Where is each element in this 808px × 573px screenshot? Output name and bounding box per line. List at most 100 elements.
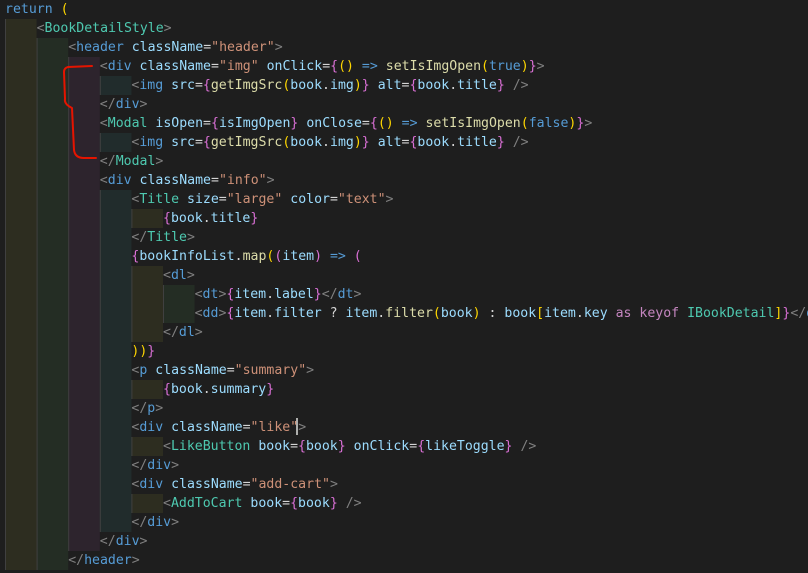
indent-band — [5, 114, 37, 133]
code-line[interactable]: <img src={getImgSrc(book.img)} alt={book… — [131, 133, 528, 152]
code-line[interactable]: return ( — [5, 0, 69, 19]
code-token: book — [250, 496, 283, 511]
code-line[interactable]: <BookDetailStyle> — [37, 19, 172, 38]
code-token: dd — [202, 306, 219, 321]
code-token: = — [361, 116, 370, 131]
indent-band — [5, 475, 37, 494]
code-token: ( — [432, 306, 441, 321]
indent-band — [68, 342, 100, 361]
code-token: color — [290, 192, 330, 207]
indent-band — [99, 285, 132, 304]
indent-band — [68, 285, 100, 304]
code-token: key — [583, 306, 608, 321]
code-line[interactable]: <dd>{item.filter ? item.filter(book) : b… — [195, 304, 808, 323]
code-token: ( — [60, 2, 69, 17]
code-token: } — [147, 344, 156, 359]
code-token: </ — [131, 515, 148, 530]
code-token: "like" — [250, 420, 299, 435]
code-token: "text" — [337, 192, 386, 207]
code-line[interactable]: </Modal> — [100, 152, 164, 171]
code-token: > — [353, 287, 362, 302]
code-line[interactable]: <AddToCart book={book} /> — [163, 494, 362, 513]
code-token: { — [163, 382, 171, 397]
code-line[interactable]: </div> — [100, 532, 148, 551]
code-token: < — [99, 59, 108, 74]
code-token: > — [139, 534, 148, 549]
code-token: </ — [131, 458, 148, 473]
code-line[interactable]: </div> — [131, 513, 179, 532]
code-line[interactable]: ))} — [131, 342, 155, 361]
code-token: > — [266, 173, 275, 188]
code-token: > — [131, 553, 140, 568]
indent-band — [99, 456, 132, 475]
code-token: { — [369, 116, 378, 131]
code-token: . — [322, 135, 330, 150]
code-token: book — [170, 211, 203, 226]
code-token: return — [5, 2, 61, 17]
indent-band — [163, 285, 195, 304]
indent-band — [5, 532, 37, 551]
code-token: = — [282, 496, 291, 511]
code-line[interactable]: </dl> — [163, 323, 203, 342]
code-line[interactable]: <img src={getImgSrc(book.img)} alt={book… — [131, 76, 528, 95]
code-token: () — [377, 116, 394, 131]
code-token: > — [298, 420, 307, 435]
code-line[interactable]: </Title> — [131, 228, 195, 247]
code-token: = — [203, 116, 211, 131]
code-line[interactable]: <div className="img" onClick={() => setI… — [100, 57, 545, 76]
code-line[interactable]: <div className="like"> — [131, 418, 306, 437]
code-line[interactable]: {book.title} — [163, 209, 258, 228]
code-line[interactable]: </header> — [68, 551, 139, 570]
code-line[interactable]: <p className="summary"> — [131, 361, 314, 380]
code-token: => — [322, 249, 354, 264]
code-line[interactable]: {book.summary} — [163, 380, 274, 399]
code-token: src — [171, 135, 195, 150]
code-token: < — [99, 173, 108, 188]
code-token: onClose — [306, 116, 362, 131]
code-token: ) — [353, 78, 362, 93]
code-token: "large" — [226, 192, 283, 207]
code-line[interactable]: <div className="info"> — [100, 171, 275, 190]
code-line[interactable]: {bookInfoList.map((item) => ( — [131, 247, 361, 266]
indent-band — [99, 209, 132, 228]
code-token: "summary" — [234, 363, 307, 378]
code-token: ) — [472, 306, 481, 321]
code-line[interactable]: </div> — [131, 456, 179, 475]
code-token: className — [171, 420, 243, 435]
indent-band — [36, 323, 69, 342]
code-token: } — [329, 496, 338, 511]
code-line[interactable]: <dl> — [163, 266, 195, 285]
code-token: onClick — [353, 439, 410, 454]
code-token: > — [329, 477, 338, 492]
code-token: . — [234, 249, 243, 264]
indent-band — [68, 304, 100, 323]
indent-band — [68, 95, 100, 114]
indent-band — [99, 399, 132, 418]
code-token: getImgSrc — [210, 135, 283, 150]
code-token: > — [194, 325, 203, 340]
code-token: } — [337, 439, 346, 454]
indent-band — [68, 247, 100, 266]
indent-band — [131, 437, 163, 456]
indent-band — [36, 494, 69, 513]
code-token: div — [115, 534, 140, 549]
code-line[interactable]: </p> — [131, 399, 163, 418]
indent-band — [5, 209, 37, 228]
code-line[interactable]: <LikeButton book={book} onClick={likeTog… — [163, 437, 536, 456]
code-line[interactable]: <div className="add-cart"> — [131, 475, 338, 494]
code-line[interactable]: <Modal isOpen={isImgOpen} onClose={() =>… — [100, 114, 592, 133]
code-token: </ — [131, 230, 148, 245]
code-line[interactable]: <header className="header"> — [68, 38, 282, 57]
code-line[interactable]: <Title size="large" color="text"> — [131, 190, 393, 209]
code-line[interactable]: </div> — [100, 95, 148, 114]
indent-band — [5, 76, 37, 95]
code-token: < — [194, 287, 203, 302]
code-line[interactable]: <dt>{item.label}</dt> — [195, 285, 362, 304]
code-token: keyof — [639, 306, 688, 321]
code-token: /> — [512, 439, 537, 454]
code-editor[interactable]: return (<BookDetailStyle> <header classNa… — [0, 0, 808, 573]
